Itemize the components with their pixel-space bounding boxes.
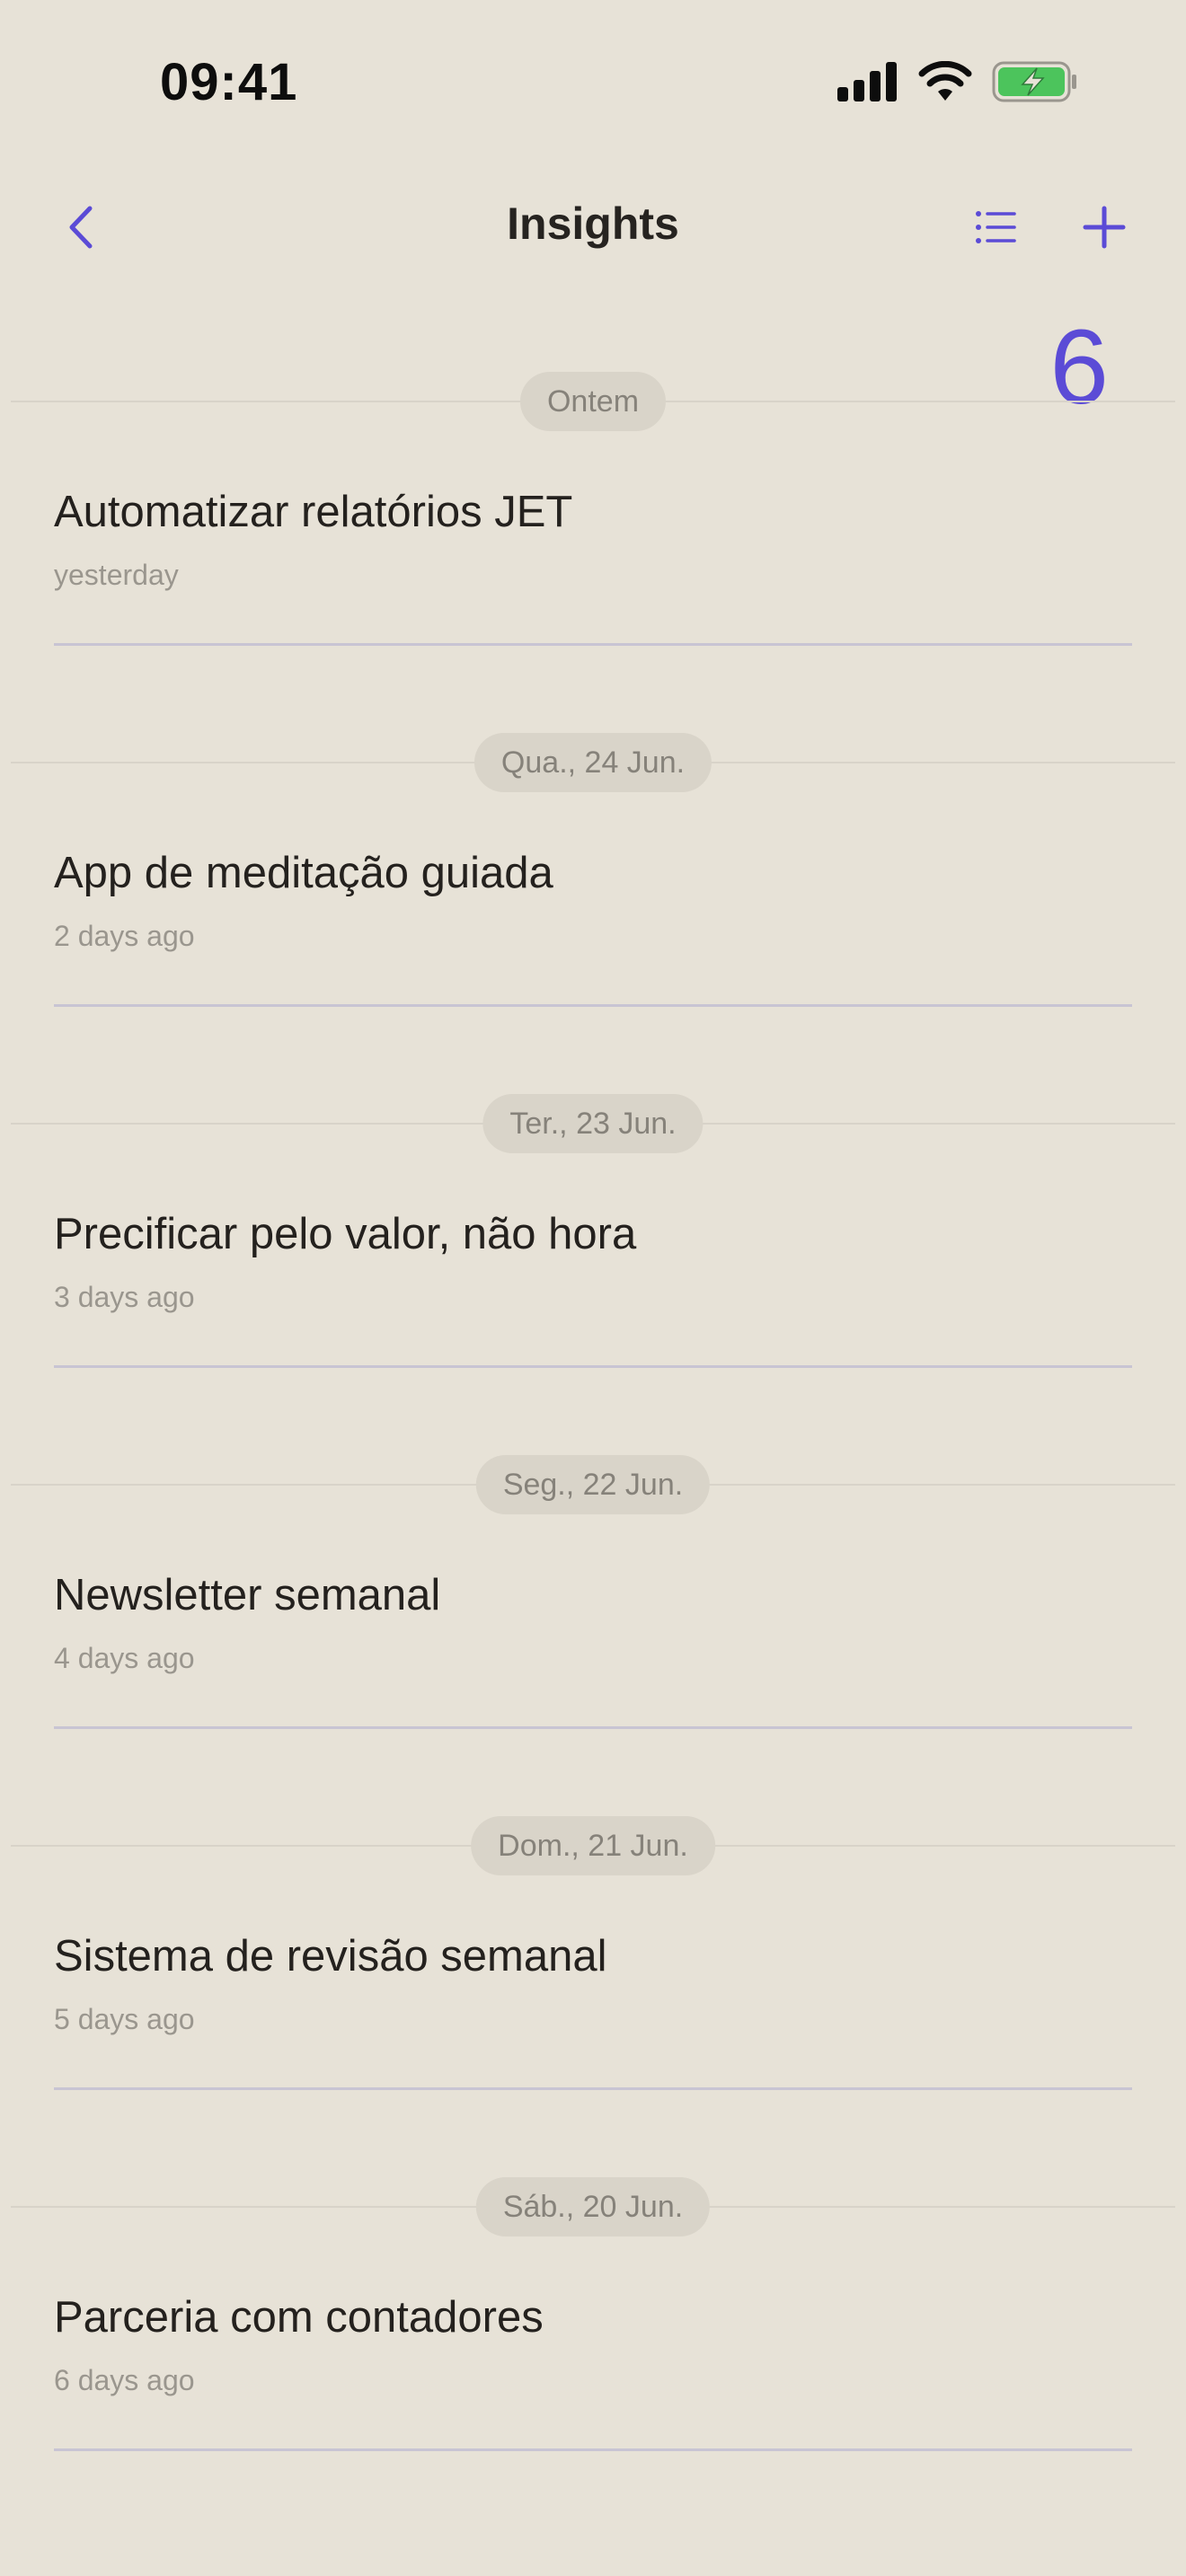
entry-title: Automatizar relatórios JET [54, 488, 573, 536]
date-pill: Sáb., 20 Jun. [475, 2177, 711, 2236]
list-item[interactable]: Ontem Automatizar relatórios JET yesterd… [0, 359, 1186, 720]
wifi-icon [918, 60, 972, 107]
entry-relative-date: 4 days ago [54, 1642, 195, 1674]
entry-title: App de meditação guiada [54, 849, 553, 897]
cellular-signal-icon [837, 62, 898, 106]
entry-relative-date: yesterday [54, 559, 179, 591]
entry-relative-date: 5 days ago [54, 2003, 195, 2035]
entry-title: Sistema de revisão semanal [54, 1932, 607, 1981]
entry-title: Precificar pelo valor, não hora [54, 1210, 637, 1258]
date-pill: Dom., 21 Jun. [471, 1816, 715, 1875]
page-title: Insights [507, 198, 679, 249]
nav-bar: Insights [0, 171, 1186, 287]
list-item[interactable]: Qua., 24 Jun. App de meditação guiada 2 … [0, 720, 1186, 1081]
list-item[interactable]: Dom., 21 Jun. Sistema de revisão semanal… [0, 1804, 1186, 2165]
add-button[interactable] [1076, 198, 1132, 260]
status-time: 09:41 [160, 53, 298, 111]
date-pill: Seg., 22 Jun. [475, 1455, 711, 1514]
date-pill: Qua., 24 Jun. [474, 733, 712, 792]
entry-divider [54, 643, 1132, 646]
entry-relative-date: 2 days ago [54, 920, 195, 952]
entry-divider [54, 1726, 1132, 1729]
entry-title: Parceria com contadores [54, 2293, 544, 2342]
entry-relative-date: 3 days ago [54, 1281, 195, 1313]
entry-divider [54, 1365, 1132, 1368]
date-pill: Ontem [519, 372, 667, 431]
battery-charging-icon [992, 61, 1078, 107]
list-view-button[interactable] [970, 198, 1021, 260]
list-item[interactable]: Seg., 22 Jun. Newsletter semanal 4 days … [0, 1442, 1186, 1804]
entry-relative-date: 6 days ago [54, 2364, 195, 2396]
date-pill: Ter., 23 Jun. [482, 1094, 704, 1153]
chevron-left-icon [65, 205, 97, 254]
insights-list: Ontem Automatizar relatórios JET yesterd… [0, 359, 1186, 2526]
status-icons [837, 60, 1078, 107]
entry-title: Newsletter semanal [54, 1571, 441, 1619]
entry-divider [54, 2087, 1132, 2090]
back-button[interactable] [56, 198, 106, 260]
list-icon [975, 209, 1016, 250]
entry-divider [54, 1004, 1132, 1007]
list-item[interactable]: Ter., 23 Jun. Precificar pelo valor, não… [0, 1081, 1186, 1442]
plus-icon [1082, 205, 1127, 254]
status-bar: 09:41 [0, 0, 1186, 171]
entry-divider [54, 2448, 1132, 2451]
list-item[interactable]: Sáb., 20 Jun. Parceria com contadores 6 … [0, 2165, 1186, 2526]
